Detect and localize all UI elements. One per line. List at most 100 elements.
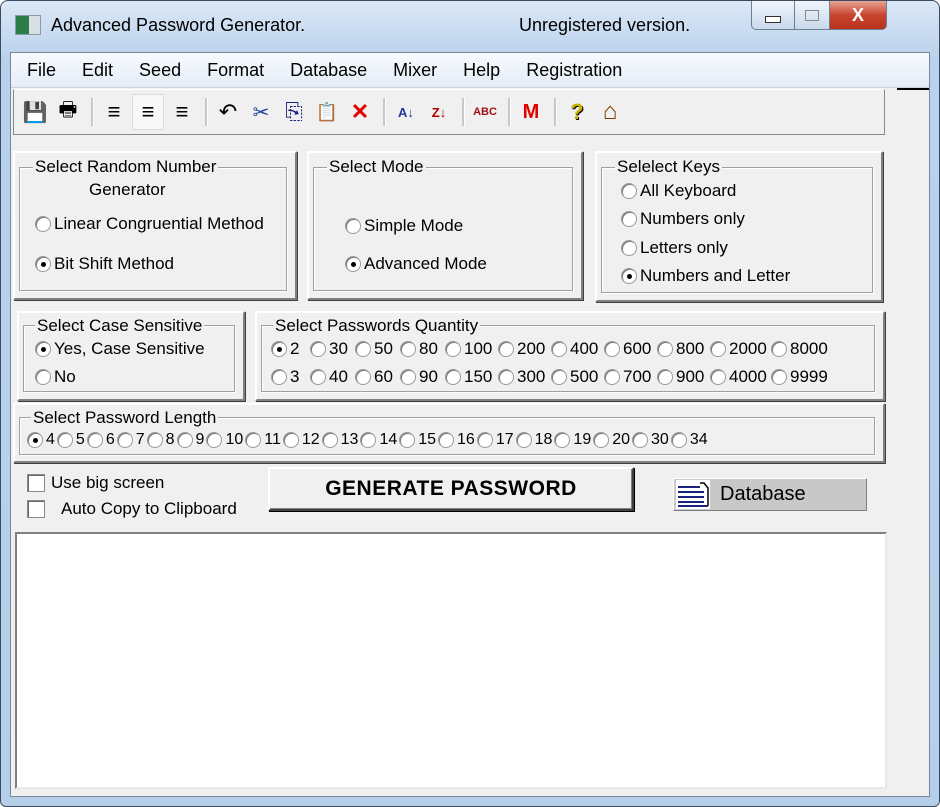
mixer-m-button[interactable]: M	[516, 95, 546, 129]
quantity-option-600[interactable]: 600	[604, 339, 655, 359]
quantity-option-4000[interactable]: 4000	[710, 367, 769, 387]
radio-all-keyboard[interactable]: All Keyboard	[621, 181, 736, 201]
quantity-option-60[interactable]: 60	[355, 367, 398, 387]
length-option-12[interactable]: 12	[282, 431, 322, 449]
checkbox-auto-copy[interactable]: Auto Copy to Clipboard	[27, 499, 237, 519]
length-option-13[interactable]: 13	[321, 431, 361, 449]
home-button[interactable]: ⌂	[595, 95, 625, 129]
radio-button[interactable]	[498, 341, 514, 357]
undo-button[interactable]: ↶	[213, 95, 243, 129]
radio-button[interactable]	[515, 432, 532, 448]
quantity-option-150[interactable]: 150	[445, 367, 496, 387]
radio-button[interactable]	[771, 341, 787, 357]
length-option-8[interactable]: 8	[146, 431, 177, 449]
menu-mixer[interactable]: Mixer	[379, 60, 449, 81]
radio-button[interactable]	[593, 432, 610, 448]
length-option-11[interactable]: 11	[245, 431, 283, 449]
length-option-5[interactable]: 5	[56, 431, 87, 449]
quantity-option-9999[interactable]: 9999	[771, 367, 830, 387]
menu-registration[interactable]: Registration	[512, 60, 634, 81]
radio-button[interactable]	[116, 432, 133, 448]
database-button[interactable]: Database	[673, 478, 867, 511]
radio-button[interactable]	[35, 216, 51, 232]
radio-button[interactable]	[554, 432, 571, 448]
length-option-16[interactable]: 16	[438, 431, 477, 449]
length-option-14[interactable]: 14	[360, 431, 399, 449]
align-right-button[interactable]: ≡	[167, 95, 197, 129]
length-option-30[interactable]: 30	[632, 431, 671, 449]
radio-numbers-and-letter[interactable]: Numbers and Letter	[621, 266, 790, 286]
radio-button[interactable]	[445, 341, 461, 357]
radio-button[interactable]	[710, 369, 726, 385]
radio-letters-only[interactable]: Letters only	[621, 238, 728, 258]
radio-button[interactable]	[345, 256, 361, 272]
radio-linear-congruential[interactable]: Linear Congruential Method	[35, 214, 264, 234]
length-option-6[interactable]: 6	[86, 431, 117, 449]
password-output[interactable]	[15, 532, 887, 789]
cut-button[interactable]: ✂	[246, 95, 276, 129]
radio-button[interactable]	[621, 211, 637, 227]
quantity-option-30[interactable]: 30	[310, 339, 353, 359]
menu-help[interactable]: Help	[449, 60, 512, 81]
length-option-4[interactable]: 4	[27, 431, 57, 449]
length-option-18[interactable]: 18	[515, 431, 555, 449]
radio-button[interactable]	[355, 369, 371, 385]
checkbox[interactable]	[27, 500, 45, 518]
radio-button[interactable]	[604, 369, 620, 385]
radio-button[interactable]	[271, 369, 287, 385]
radio-button[interactable]	[445, 369, 461, 385]
radio-button[interactable]	[710, 341, 726, 357]
save-button[interactable]: 💾	[20, 95, 50, 129]
checkbox-use-big-screen[interactable]: Use big screen	[27, 473, 164, 493]
length-option-10[interactable]: 10	[206, 431, 245, 449]
quantity-option-40[interactable]: 40	[310, 367, 353, 387]
radio-button[interactable]	[35, 256, 51, 272]
radio-button[interactable]	[176, 432, 193, 448]
radio-button[interactable]	[310, 341, 326, 357]
radio-button[interactable]	[345, 218, 361, 234]
quantity-option-50[interactable]: 50	[355, 339, 398, 359]
radio-button[interactable]	[551, 369, 567, 385]
menu-file[interactable]: File	[11, 60, 68, 81]
radio-button[interactable]	[400, 369, 416, 385]
delete-button[interactable]: ✕	[345, 95, 375, 129]
radio-button[interactable]	[146, 432, 163, 448]
radio-button[interactable]	[206, 432, 223, 448]
radio-button[interactable]	[56, 432, 73, 448]
menu-format[interactable]: Format	[193, 60, 276, 81]
radio-advanced-mode[interactable]: Advanced Mode	[345, 254, 487, 274]
quantity-option-90[interactable]: 90	[400, 367, 443, 387]
radio-button[interactable]	[27, 432, 43, 448]
quantity-option-400[interactable]: 400	[551, 339, 602, 359]
radio-button[interactable]	[360, 432, 377, 448]
radio-button[interactable]	[35, 369, 51, 385]
paste-button[interactable]: 📋	[312, 95, 342, 129]
menu-edit[interactable]: Edit	[68, 60, 125, 81]
close-button[interactable]: X	[830, 1, 887, 30]
radio-numbers-only[interactable]: Numbers only	[621, 209, 745, 229]
radio-button[interactable]	[771, 369, 787, 385]
spellcheck-button[interactable]: ABC	[470, 95, 500, 129]
radio-button[interactable]	[551, 341, 567, 357]
length-option-9[interactable]: 9	[176, 431, 207, 449]
quantity-option-3[interactable]: 3	[271, 367, 308, 387]
radio-button[interactable]	[632, 432, 649, 448]
sort-descending-button[interactable]: Z↓	[424, 95, 454, 129]
quantity-option-800[interactable]: 800	[657, 339, 708, 359]
help-button[interactable]: ?	[562, 95, 592, 129]
app-icon[interactable]	[15, 15, 41, 35]
radio-button[interactable]	[657, 341, 673, 357]
radio-button[interactable]	[604, 341, 620, 357]
radio-button[interactable]	[399, 432, 416, 448]
align-left-button[interactable]: ≡	[99, 95, 129, 129]
quantity-option-2000[interactable]: 2000	[710, 339, 769, 359]
align-center-button[interactable]: ≡	[132, 94, 164, 130]
maximize-button[interactable]	[795, 1, 830, 30]
minimize-button[interactable]	[751, 1, 795, 30]
quantity-option-2[interactable]: 2	[271, 339, 308, 359]
radio-button[interactable]	[282, 432, 299, 448]
sort-ascending-button[interactable]: A↓	[391, 95, 421, 129]
print-button[interactable]: 🖶	[53, 95, 83, 129]
quantity-option-900[interactable]: 900	[657, 367, 708, 387]
quantity-option-700[interactable]: 700	[604, 367, 655, 387]
